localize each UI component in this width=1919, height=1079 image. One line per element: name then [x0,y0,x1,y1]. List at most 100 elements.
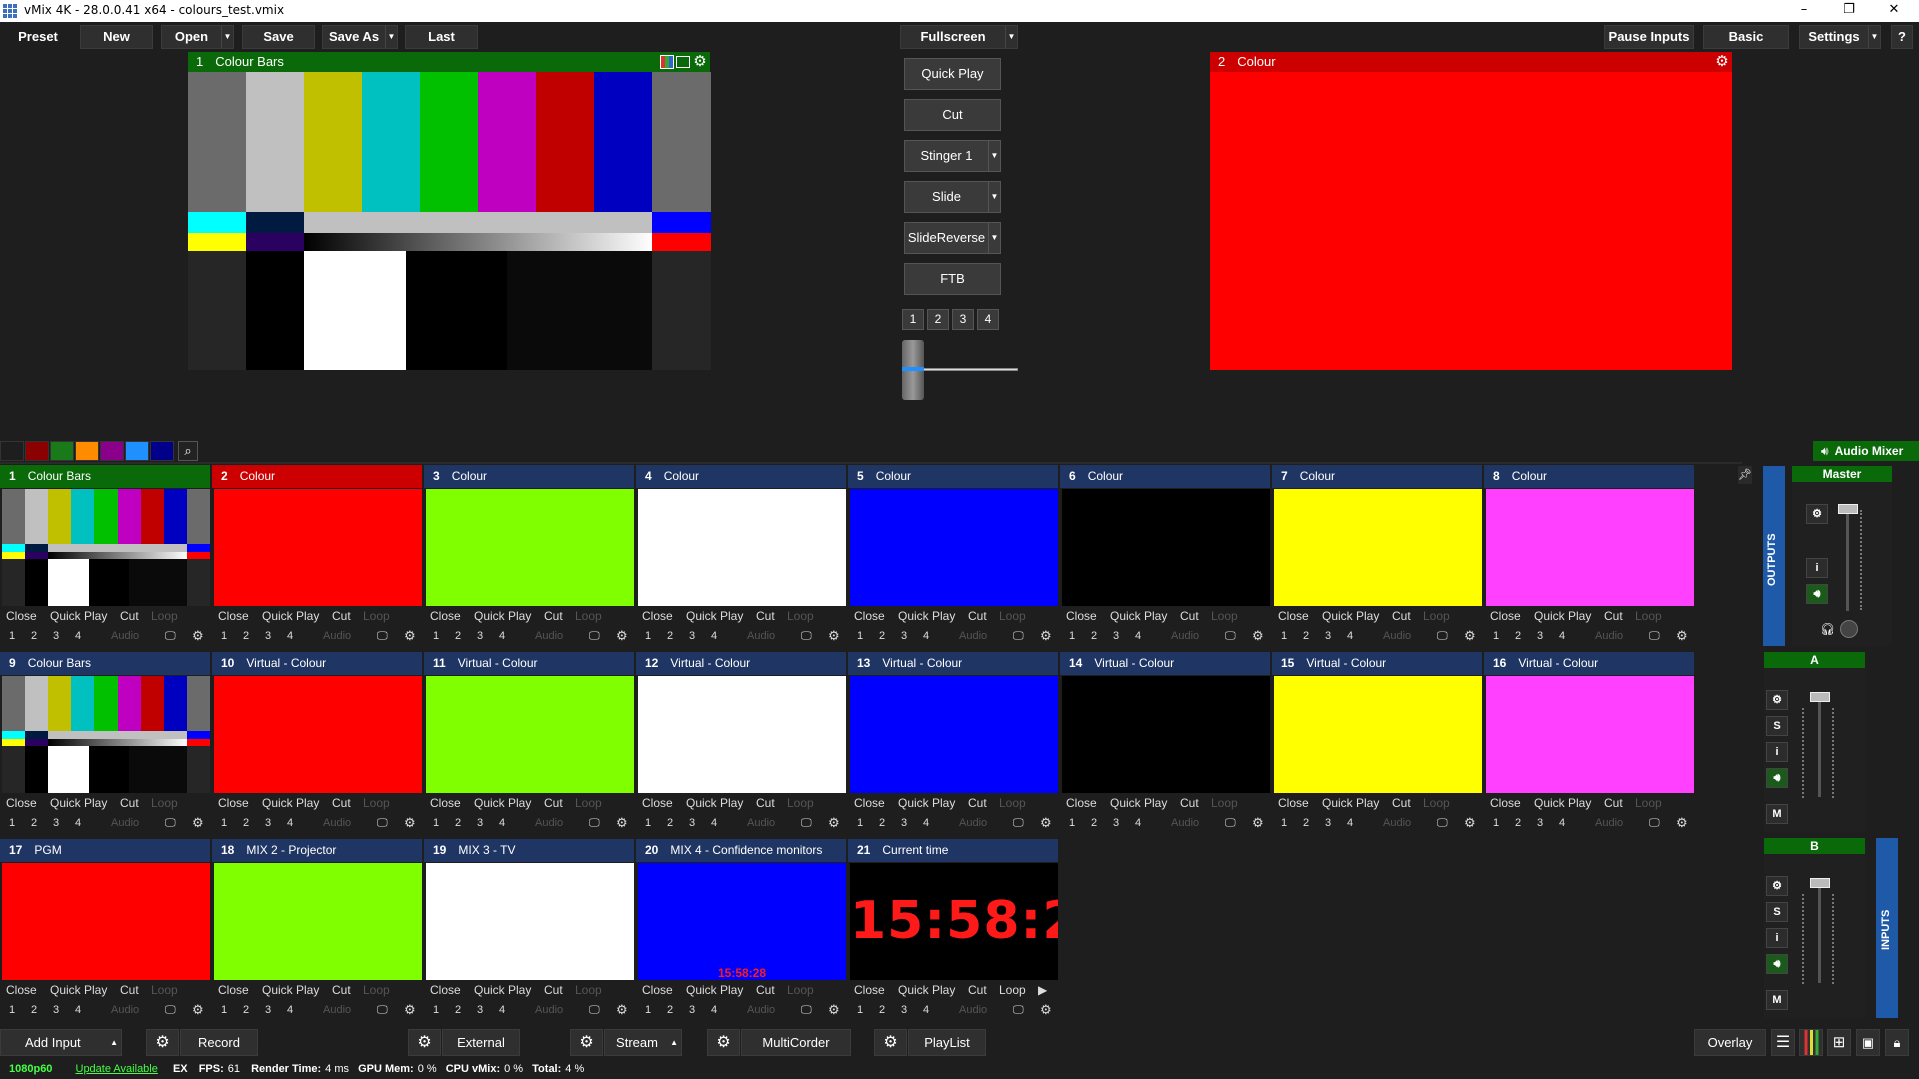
cut-button[interactable]: Cut [1180,606,1199,626]
gear-icon[interactable]: ⚙ [408,1029,441,1056]
overlay-4-button[interactable]: 4 [499,626,505,646]
list-view-icon[interactable]: ☰ [1771,1029,1795,1056]
input-thumbnail[interactable] [426,489,634,606]
help-button[interactable]: ? [1891,25,1913,49]
input-tile[interactable]: 17 PGM Close Quick Play Cut Loop 1 2 3 4 Audio 🖵︎ ⚙ [0,839,210,1020]
record-button[interactable]: Record [180,1029,258,1056]
gear-icon[interactable]: ⚙ [707,1029,740,1056]
close-button[interactable]: Close [430,606,461,626]
overlay-2-button[interactable]: 2 [667,813,673,833]
input-thumbnail[interactable] [638,489,846,606]
input-thumbnail[interactable] [214,676,422,793]
input-tile[interactable]: 14 Virtual - Colour Close Quick Play Cut Loop… [1060,652,1270,833]
monitor-icon[interactable]: 🖵︎ [165,1000,176,1020]
input-thumbnail[interactable] [1062,676,1270,793]
close-button[interactable]: Close [6,793,37,813]
overlay-4-button[interactable]: 4 [499,1000,505,1020]
input-tile[interactable]: 19 MIX 3 - TV Close Quick Play Cut Loop 1 2 3 4 Au… [424,839,634,1020]
slide-reverse-button[interactable]: SlideReverse ▼ [904,222,1001,254]
overlay-1-button[interactable]: 1 [9,1000,15,1020]
loop-button[interactable]: Loop [363,793,390,813]
monitor-icon[interactable]: 🖵︎ [1013,1000,1024,1020]
update-available-link[interactable]: Update Available [76,1063,158,1075]
colour-tag-swatch[interactable] [0,441,24,461]
input-tile[interactable]: 2 Colour Close Quick Play Cut Loop 1 2 3 4 Audio 🖵︎… [212,465,422,646]
pin-icon[interactable]: 📌︎ [1738,466,1752,484]
monitor-icon[interactable]: 🖵︎ [589,626,600,646]
audio-button[interactable]: Audio [323,813,351,833]
overlay-1-button[interactable]: 1 [433,1000,439,1020]
close-button[interactable]: Close [430,793,461,813]
input-thumbnail[interactable] [1062,489,1270,606]
cut-button[interactable]: Cut [968,793,987,813]
gear-icon[interactable]: ⚙ [1676,813,1688,833]
gear-icon[interactable]: ⚙ [616,1000,628,1020]
overlay-3-button[interactable]: 3 [901,626,907,646]
transition-4-button[interactable]: 4 [977,309,999,330]
layout-icon[interactable] [676,56,690,68]
overlay-1-button[interactable]: 1 [857,626,863,646]
transition-3-button[interactable]: 3 [952,309,974,330]
fullscreen-button[interactable]: Fullscreen ▼ [900,25,1018,49]
close-button[interactable]: Close [1066,793,1097,813]
audio-mixer-header[interactable]: 🔊︎ Audio Mixer [1813,441,1919,461]
overlay-1-button[interactable]: 1 [221,626,227,646]
quick-play-button[interactable]: Quick Play [904,58,1001,90]
close-button[interactable]: Close [854,793,885,813]
overlay-1-button[interactable]: 1 [1493,626,1499,646]
info-button[interactable]: i [1766,742,1788,762]
monitor-icon[interactable]: 🖵︎ [165,626,176,646]
input-thumbnail[interactable] [2,489,210,606]
chevron-down-icon[interactable]: ▼ [988,182,1000,212]
quick-play-button[interactable]: Quick Play [1322,606,1379,626]
quick-play-button[interactable]: Quick Play [474,980,531,1000]
overlay-3-button[interactable]: 3 [477,626,483,646]
cut-button[interactable]: Cut [1604,606,1623,626]
input-tile[interactable]: 9 Colour Bars Close Quick Play Cut Loop 1 2 3 4 Au… [0,652,210,833]
gear-icon[interactable]: ⚙ [1040,813,1052,833]
quick-play-button[interactable]: Quick Play [686,980,743,1000]
gear-icon[interactable]: ⚙ [146,1029,179,1056]
monitor-icon[interactable]: 🖵︎ [1649,626,1660,646]
cut-button[interactable]: Cut [120,606,139,626]
overlay-4-button[interactable]: 4 [75,813,81,833]
overlay-4-button[interactable]: 4 [1135,813,1141,833]
quick-play-button[interactable]: Quick Play [262,606,319,626]
monitor-icon[interactable]: 🖵︎ [1649,813,1660,833]
input-tile[interactable]: 1 Colour Bars Close Quick Play Cut Loop 1 2 3 4 Au… [0,465,210,646]
input-thumbnail[interactable] [214,863,422,980]
loop-button[interactable]: Loop [151,793,178,813]
audio-button[interactable]: Audio [1595,813,1623,833]
new-button[interactable]: New [80,25,153,49]
overlay-4-button[interactable]: 4 [711,813,717,833]
overlay-4-button[interactable]: 4 [923,813,929,833]
input-tile[interactable]: 15 Virtual - Colour Close Quick Play Cut Loop… [1272,652,1482,833]
input-tile[interactable]: 5 Colour Close Quick Play Cut Loop 1 2 3 4 Audio 🖵︎… [848,465,1058,646]
chevron-down-icon[interactable]: ▼ [988,141,1000,171]
cut-button[interactable]: Cut [1392,793,1411,813]
loop-button[interactable]: Loop [151,606,178,626]
bus-b-fader[interactable] [1810,878,1830,888]
monitor-icon[interactable]: 🖵︎ [801,813,812,833]
overlay-button[interactable]: Overlay [1694,1029,1766,1056]
overlay-3-button[interactable]: 3 [477,1000,483,1020]
audio-button[interactable]: Audio [535,813,563,833]
cut-button[interactable]: Cut [544,793,563,813]
audio-button[interactable]: Audio [747,626,775,646]
audio-button[interactable]: Audio [111,1000,139,1020]
grid-view-icon[interactable]: ⊞ [1827,1029,1851,1056]
overlay-3-button[interactable]: 3 [477,813,483,833]
loop-button[interactable]: Loop [1635,606,1662,626]
close-button[interactable]: Close [854,980,885,1000]
inputs-tab[interactable]: INPUTS [1876,838,1898,1018]
close-button[interactable]: Close [1066,606,1097,626]
gear-icon[interactable]: ⚙ [1040,1000,1052,1020]
quick-play-button[interactable]: Quick Play [898,606,955,626]
overlay-4-button[interactable]: 4 [287,1000,293,1020]
cut-button[interactable]: Cut [1392,606,1411,626]
audio-button[interactable]: Audio [535,626,563,646]
quick-play-button[interactable]: Quick Play [898,793,955,813]
gear-icon[interactable]: ⚙ [1676,626,1688,646]
overlay-2-button[interactable]: 2 [243,813,249,833]
loop-button[interactable]: Loop [151,980,178,1000]
